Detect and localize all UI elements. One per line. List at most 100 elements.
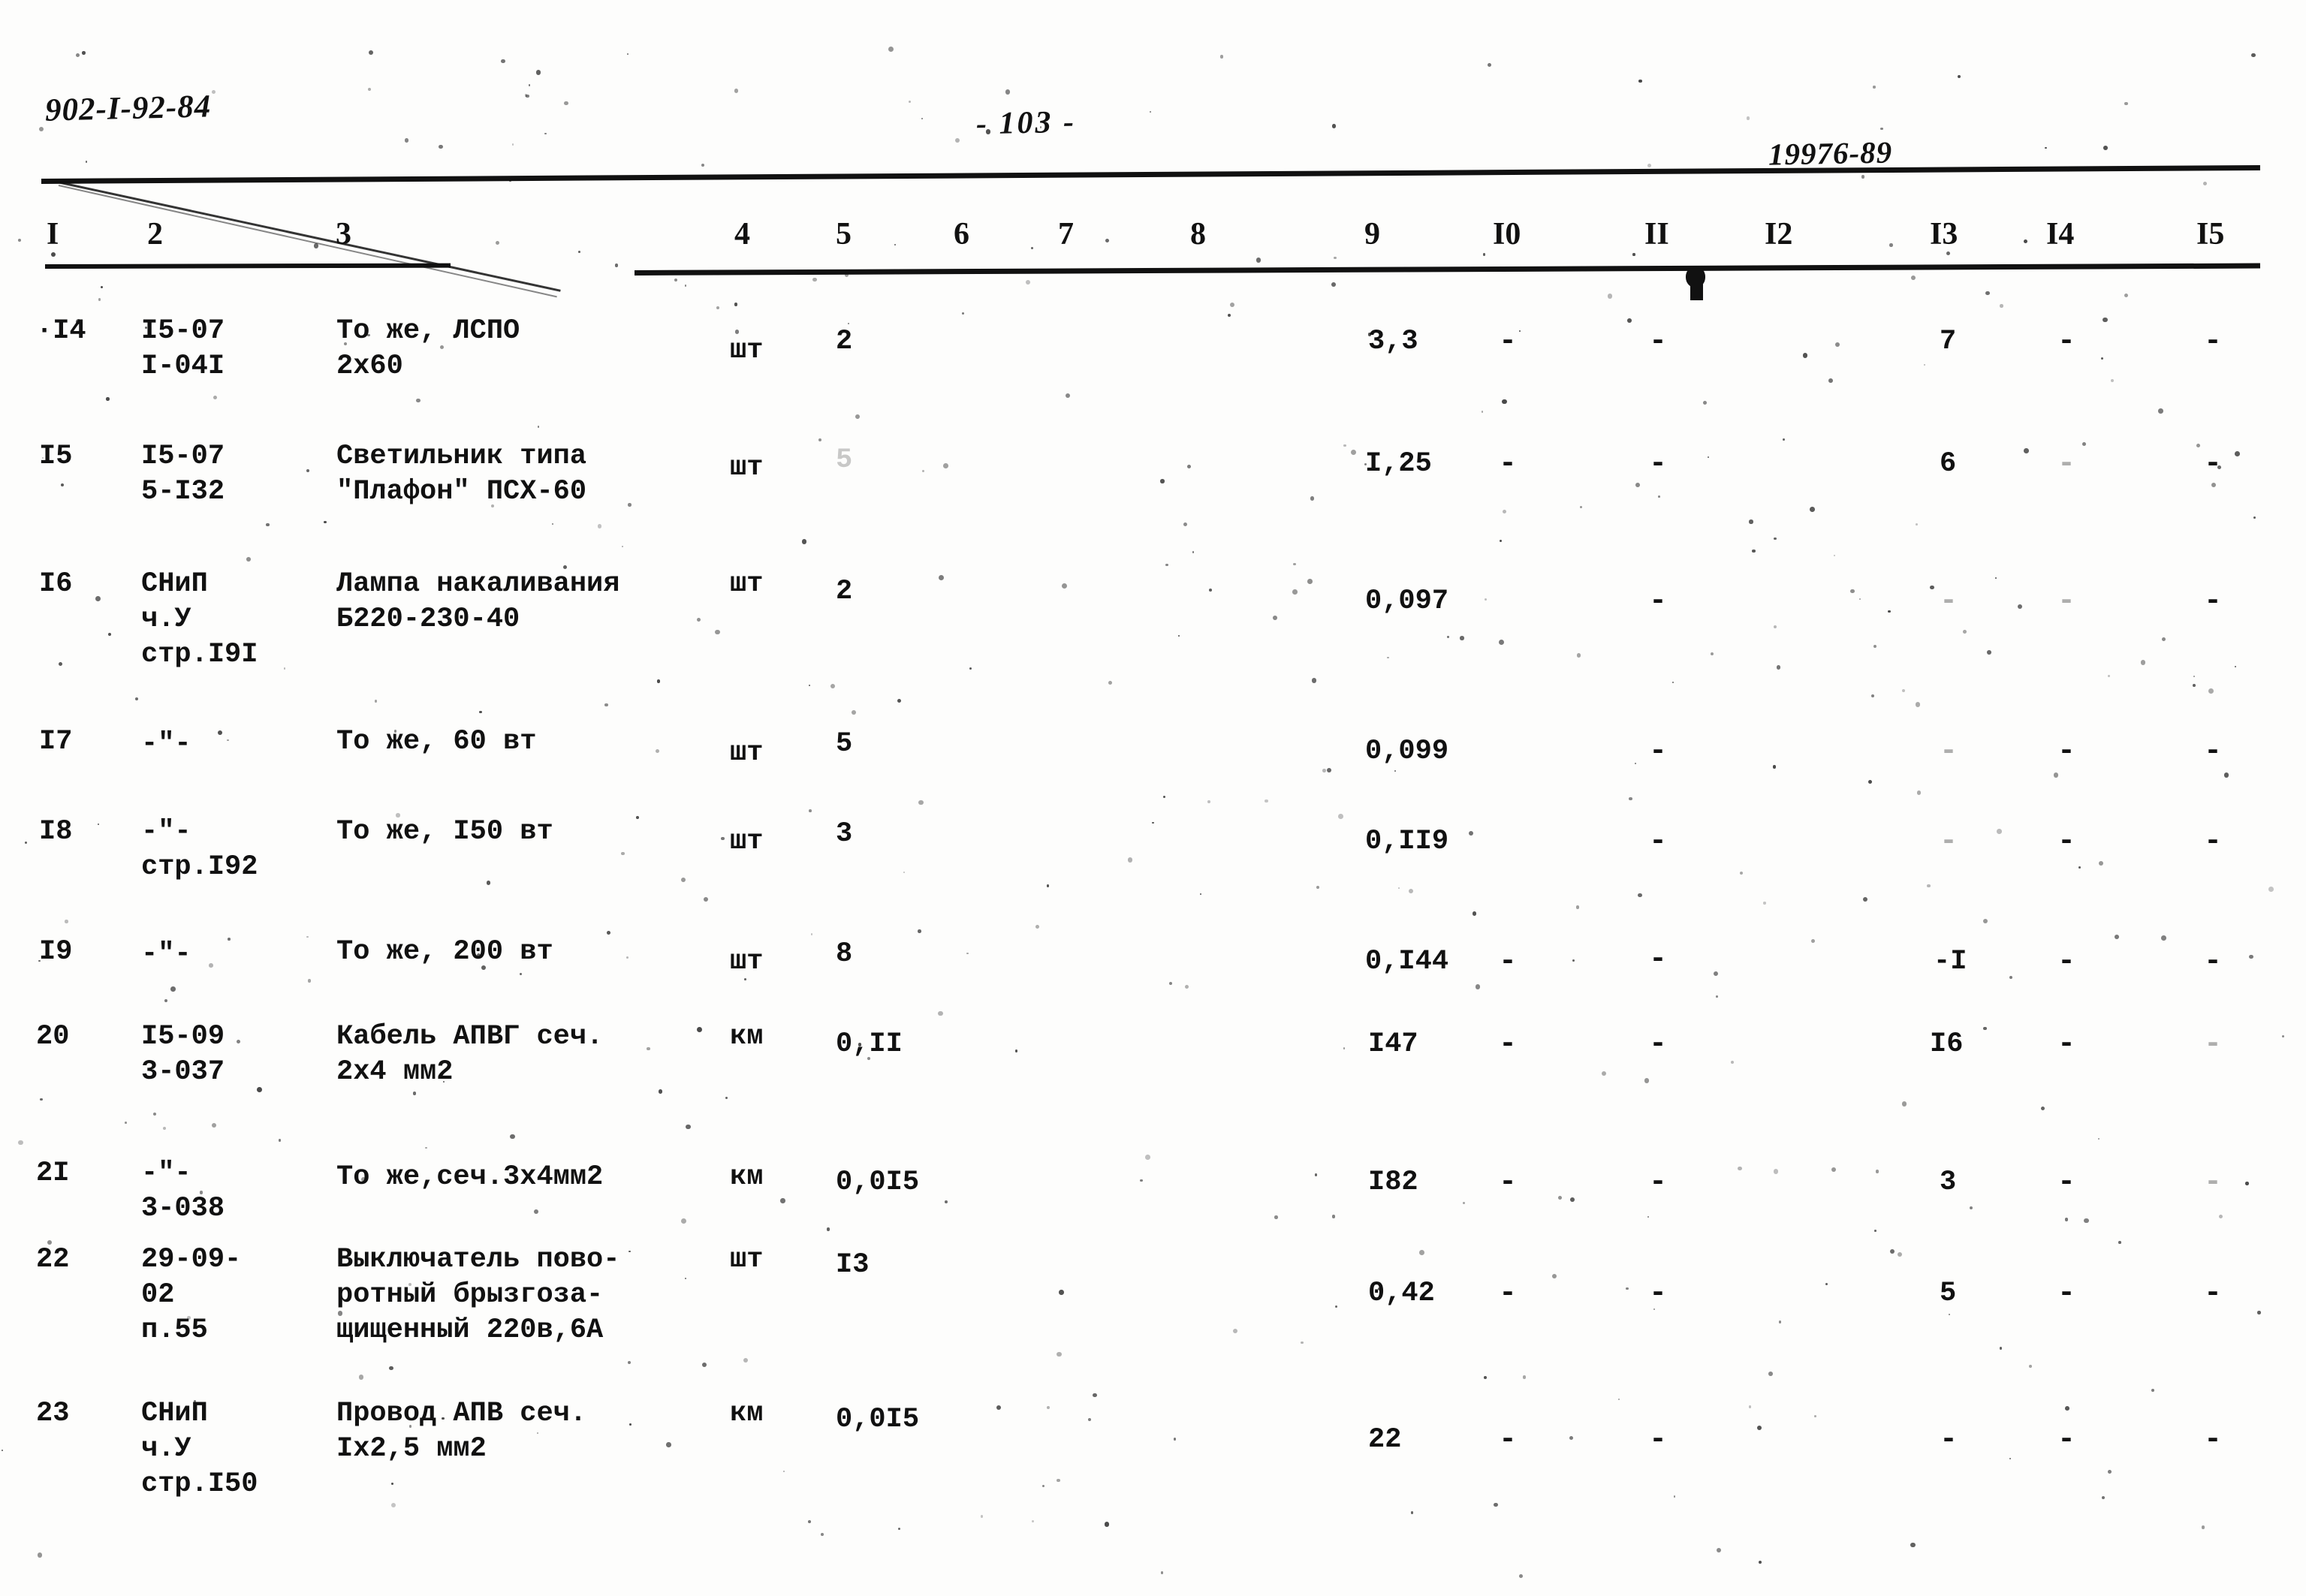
table-row: 0,0I5: [836, 1404, 920, 1435]
table-row: I82: [1368, 1167, 1418, 1198]
table-row: -: [2204, 945, 2223, 979]
table-row: 20: [36, 1021, 70, 1052]
table-row: -: [2057, 1277, 2076, 1311]
table-row: -: [2057, 325, 2076, 359]
table-row: 0,II: [836, 1028, 903, 1060]
table-row: -: [2204, 1423, 2223, 1457]
table-row: -: [1649, 943, 1668, 977]
table-row: 22: [36, 1244, 70, 1275]
table-row: шт: [730, 946, 764, 977]
table-row: 2: [836, 576, 853, 607]
table-row: I5-07 I-04I: [141, 315, 225, 382]
table-row: 0,II9: [1365, 826, 1449, 857]
table-row: 3,3: [1368, 326, 1418, 357]
table-row: I6: [1930, 1028, 1964, 1060]
table-row: -: [1499, 1423, 1518, 1457]
table-row: -: [1499, 1028, 1518, 1061]
column-header-5: 5: [836, 217, 852, 251]
table-row: -: [2204, 447, 2223, 481]
table-row: -: [2057, 945, 2076, 979]
table-row: 5: [836, 728, 853, 760]
table-row: -"- стр.I92: [141, 816, 258, 883]
table-row: -: [1649, 825, 1668, 859]
table-row: -: [2057, 735, 2076, 769]
table-row: -"-: [141, 938, 191, 970]
table-row: 23: [36, 1398, 70, 1429]
table-row: -: [1649, 1166, 1668, 1200]
column-header-13: I3: [1930, 217, 1958, 251]
table-row: 3: [836, 818, 853, 850]
table-row: То же, I50 вт: [336, 816, 553, 848]
column-header-3: 3: [336, 217, 351, 251]
column-header-2: 2: [147, 217, 163, 251]
table-row: -"-: [141, 728, 191, 760]
table-row: 0,097: [1365, 586, 1449, 617]
table-row: шт: [730, 335, 764, 366]
table-row: -: [2204, 585, 2223, 619]
table-row: -I: [1934, 946, 1967, 977]
table-row: -: [1649, 1423, 1668, 1457]
table-row: -: [1649, 585, 1668, 619]
table-row: 0,I44: [1365, 946, 1449, 977]
table-row: I5-09 3-037: [141, 1021, 225, 1088]
table-row: I,25: [1365, 448, 1432, 480]
table-row: -: [1499, 325, 1518, 359]
table-row: 5: [836, 444, 853, 476]
table-row: 7: [1940, 326, 1957, 357]
table-row: 2I: [36, 1158, 70, 1189]
table-row: -: [2204, 735, 2223, 769]
column-header-15: I5: [2196, 217, 2225, 251]
table-row: шт: [730, 1244, 764, 1275]
table-row: 5: [1940, 1278, 1957, 1309]
table-row: -: [1940, 585, 1958, 619]
column-header-9: 9: [1364, 217, 1380, 251]
table-row: I5: [39, 441, 73, 472]
table-row: Светильник типа "Плафон" ПСХ-60: [336, 441, 587, 507]
table-row: -: [1649, 735, 1668, 769]
table-row: I9: [39, 936, 73, 968]
table-row: -: [1940, 1423, 1958, 1457]
table-row: 8: [836, 938, 853, 970]
table-row: То же, 200 вт: [336, 936, 553, 968]
table-row: км: [730, 1161, 764, 1193]
table-row: 0,099: [1365, 736, 1449, 767]
table-row: км: [730, 1398, 764, 1429]
table-row: 0,0I5: [836, 1167, 920, 1198]
table-row: То же, 60 вт: [336, 726, 537, 757]
table-row: -: [2057, 1423, 2076, 1457]
table-row: -: [2204, 325, 2223, 359]
column-header-7: 7: [1058, 217, 1074, 251]
table-row: 3: [1940, 1167, 1957, 1198]
table-row: То же, ЛСПО 2х60: [336, 315, 520, 382]
table-row: -: [1499, 1277, 1518, 1311]
table-row: шт: [730, 452, 764, 483]
table-row: 22: [1368, 1424, 1402, 1456]
table-row: км: [730, 1021, 764, 1052]
table-row: Кабель АПВГ сеч. 2х4 мм2: [336, 1021, 604, 1088]
column-header-4: 4: [734, 217, 750, 251]
table-row: I3: [836, 1249, 870, 1281]
table-row: -: [2204, 1028, 2223, 1061]
column-header-11: II: [1644, 217, 1669, 251]
column-header-14: I4: [2046, 217, 2075, 251]
table-row: Провод АПВ сеч. Iх2,5 мм2: [336, 1398, 587, 1465]
table-row: 0,42: [1368, 1278, 1435, 1309]
column-header-1: I: [47, 217, 59, 251]
table-row: 6: [1940, 448, 1957, 480]
table-row: шт: [730, 737, 764, 769]
table-row: I47: [1368, 1028, 1418, 1060]
table-row: 2: [836, 326, 853, 357]
table-row: шт: [730, 568, 764, 600]
table-row: I8: [39, 816, 73, 848]
table-row: Выключатель пово- ротный брызгоза- щищен…: [336, 1244, 620, 1346]
table-row: шт: [730, 826, 764, 857]
table-row: -: [2057, 585, 2076, 619]
column-header-8: 8: [1190, 217, 1206, 251]
table-row: -: [2057, 1028, 2076, 1061]
table-row: Лампа накаливания Б220-230-40: [336, 568, 620, 635]
table-row: -: [1649, 447, 1668, 481]
table-row: I6: [39, 568, 73, 600]
column-header-6: 6: [954, 217, 969, 251]
table-row: -: [1649, 325, 1668, 359]
table-row: 29-09- 02 п.55: [141, 1244, 242, 1346]
